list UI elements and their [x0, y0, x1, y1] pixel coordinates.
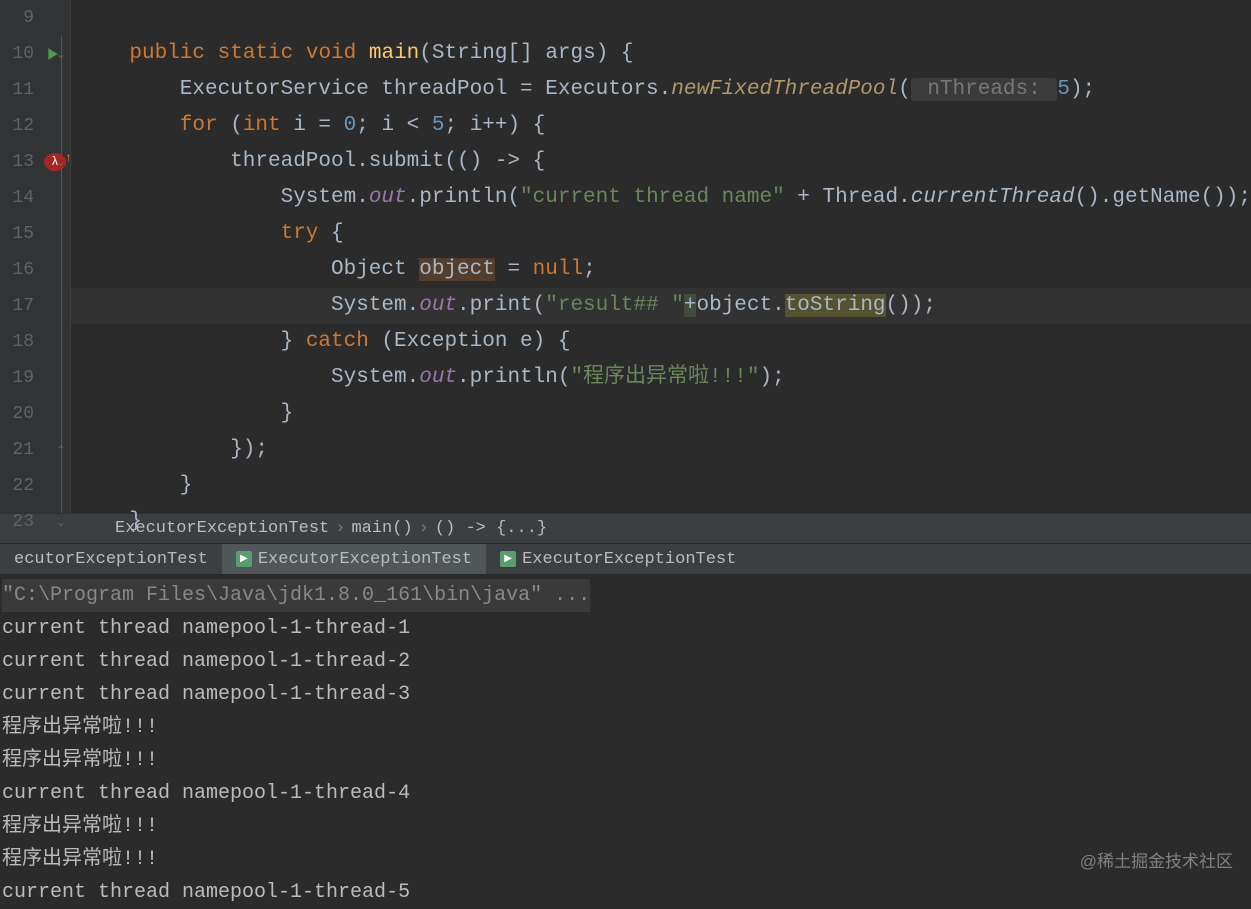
code-line[interactable]: System.out.println("程序出异常啦!!!"); — [71, 360, 1251, 396]
line-number: 18 — [0, 332, 40, 352]
line-number: 19 — [0, 368, 40, 388]
console-line: 程序出异常啦!!! — [0, 711, 1251, 744]
code-line[interactable]: ExecutorService threadPool = Executors.n… — [71, 72, 1251, 108]
fold-marker[interactable]: ⌃ — [54, 443, 68, 457]
code-line[interactable]: }); — [71, 432, 1251, 468]
line-number: 20 — [0, 404, 40, 424]
code-line[interactable]: threadPool.submit(() -> { — [71, 144, 1251, 180]
line-number: 21 — [0, 440, 40, 460]
line-number: 16 — [0, 260, 40, 280]
run-tab[interactable]: ▶ ExecutorExceptionTest — [486, 544, 750, 574]
code-line[interactable]: } catch (Exception e) { — [71, 324, 1251, 360]
code-line[interactable]: try { — [71, 216, 1251, 252]
console-line: current thread namepool-1-thread-1 — [0, 612, 1251, 645]
line-number: 22 — [0, 476, 40, 496]
console-line: current thread namepool-1-thread-4 — [0, 777, 1251, 810]
run-tabs: ecutorExceptionTest ▶ ExecutorExceptionT… — [0, 543, 1251, 575]
line-number: 15 — [0, 224, 40, 244]
run-tab[interactable]: ecutorExceptionTest — [0, 544, 222, 574]
code-line[interactable]: } — [71, 468, 1251, 504]
console-line: current thread namepool-1-thread-2 — [0, 645, 1251, 678]
console-output[interactable]: "C:\Program Files\Java\jdk1.8.0_161\bin\… — [0, 575, 1251, 909]
code-line[interactable]: Object object = null; — [71, 252, 1251, 288]
fold-marker[interactable]: ⌄ — [54, 47, 68, 61]
fold-marker[interactable]: ⌄ — [54, 515, 68, 529]
line-number: 12 — [0, 116, 40, 136]
line-number: 10 — [0, 44, 40, 64]
fold-marker[interactable]: ⌄ — [54, 155, 68, 169]
watermark: @稀土掘金技术社区 — [1080, 847, 1233, 872]
code-area[interactable]: public static void main(String[] args) {… — [71, 0, 1251, 513]
line-number: 13 — [0, 152, 40, 172]
console-line: 程序出异常啦!!! — [0, 843, 1251, 876]
console-command: "C:\Program Files\Java\jdk1.8.0_161\bin\… — [2, 579, 590, 612]
console-line: current thread namepool-1-thread-5 — [0, 876, 1251, 909]
parameter-hint: nThreads: — [911, 78, 1058, 101]
code-line[interactable]: } — [71, 396, 1251, 432]
line-number: 14 — [0, 188, 40, 208]
line-number: 9 — [0, 8, 40, 28]
line-number: 11 — [0, 80, 40, 100]
gutter: 9 10 ⌄ 11 12 13 λ↑ ⌄ 14 15 16 17 18 19 2… — [0, 0, 71, 513]
code-line[interactable]: public static void main(String[] args) { — [71, 36, 1251, 72]
code-line[interactable]: for (int i = 0; i < 5; i++) { — [71, 108, 1251, 144]
run-config-icon: ▶ — [236, 551, 252, 567]
console-line: current thread namepool-1-thread-3 — [0, 678, 1251, 711]
console-line: 程序出异常啦!!! — [0, 810, 1251, 843]
line-number: 17 — [0, 296, 40, 316]
code-line[interactable]: System.out.println("current thread name"… — [71, 180, 1251, 216]
editor-area: 9 10 ⌄ 11 12 13 λ↑ ⌄ 14 15 16 17 18 19 2… — [0, 0, 1251, 513]
line-number: 23 — [0, 512, 40, 532]
code-line-current[interactable]: System.out.print("result## "+object.toSt… — [71, 288, 1251, 324]
run-config-icon: ▶ — [500, 551, 516, 567]
console-line: 程序出异常啦!!! — [0, 744, 1251, 777]
run-tab[interactable]: ▶ ExecutorExceptionTest — [222, 544, 486, 574]
code-line[interactable]: } — [71, 504, 1251, 540]
